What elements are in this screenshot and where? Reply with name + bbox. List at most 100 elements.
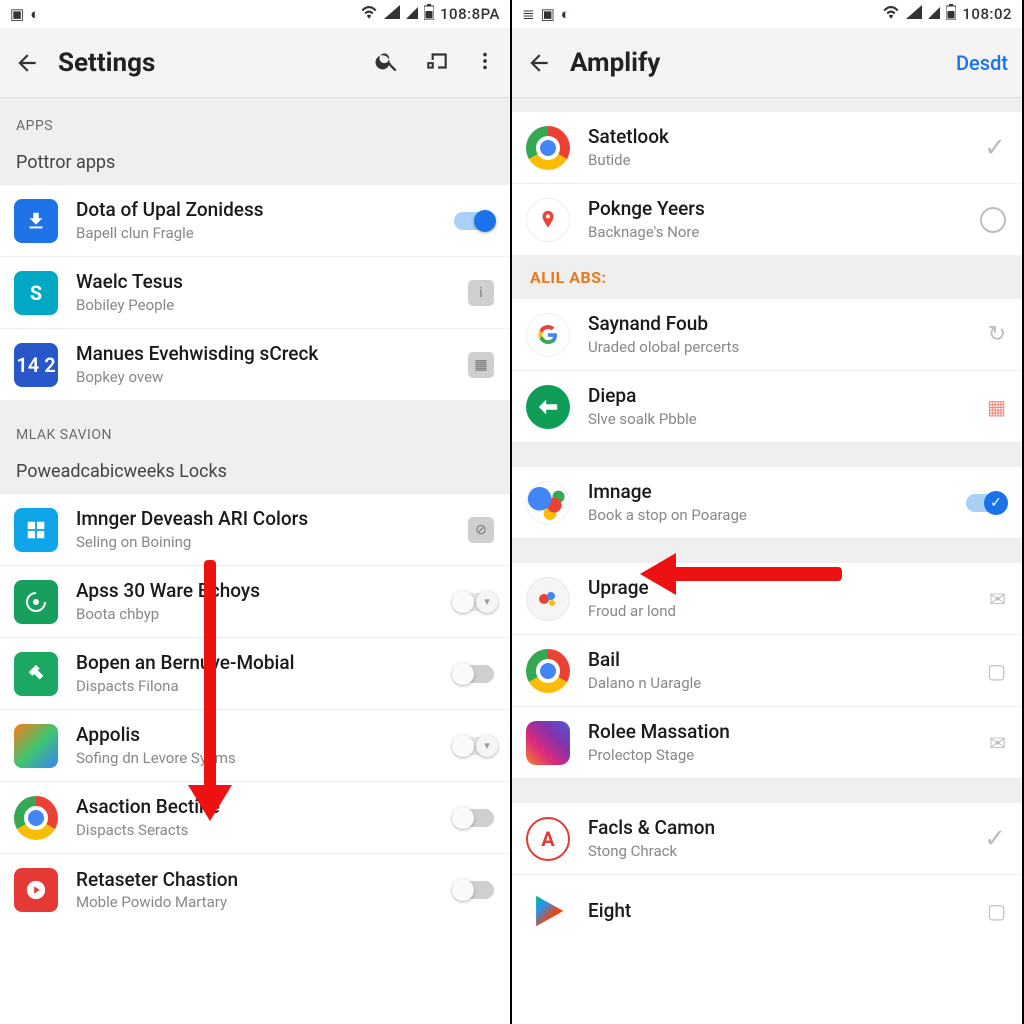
list-item[interactable]: Apss 30 Ware Bchoys Boota chbyp ▾ bbox=[0, 566, 510, 638]
calendar-icon[interactable]: ▦ bbox=[987, 395, 1006, 419]
list-item[interactable]: Eight ▢ bbox=[512, 875, 1022, 947]
app-icon bbox=[526, 577, 570, 621]
list-item[interactable]: Imnger Deveash ARI Colors Seling on Boin… bbox=[0, 494, 510, 566]
toggle-on[interactable]: ✓ bbox=[966, 494, 1006, 512]
settings-list[interactable]: APPS Pottror apps Dota of Upal Zonidess … bbox=[0, 98, 510, 1024]
item-label: Diepa bbox=[588, 385, 969, 408]
list-item[interactable]: Rolee Massation Prolectop Stage ✉ bbox=[512, 707, 1022, 779]
list-item[interactable]: Retaseter Chastion Moble Powido Martary bbox=[0, 854, 510, 926]
toggle[interactable]: ▾ bbox=[454, 593, 494, 611]
status-icon: ◐ bbox=[561, 5, 570, 23]
deny-icon[interactable]: ⊘ bbox=[468, 517, 494, 543]
app-icon bbox=[526, 721, 570, 765]
item-label: Bail bbox=[588, 649, 969, 672]
list-item[interactable]: Saynand Foub Uraded olobal percerts ↻ bbox=[512, 299, 1022, 371]
toggle[interactable]: ▾ bbox=[454, 737, 494, 755]
refresh-icon[interactable]: ↻ bbox=[988, 322, 1006, 347]
toggle[interactable] bbox=[454, 665, 494, 683]
list-item[interactable]: Poknge Yeers Backnage's Nore bbox=[512, 184, 1022, 256]
item-sub: Dispacts Filona bbox=[76, 677, 436, 695]
overflow-icon[interactable] bbox=[474, 48, 496, 78]
list-item[interactable]: S Waelc Tesus Bobiley People i bbox=[0, 257, 510, 329]
divider bbox=[512, 779, 1022, 803]
battery-icon bbox=[946, 4, 956, 24]
list-item[interactable]: Bail Dalano n Uaragle ▢ bbox=[512, 635, 1022, 707]
item-sub: Froud ar lond bbox=[588, 602, 971, 620]
app-icon bbox=[14, 868, 58, 912]
toggle[interactable] bbox=[454, 212, 494, 230]
status-bar: ▣ ◐ 108:8PA bbox=[0, 0, 510, 28]
cell-icon bbox=[406, 5, 418, 23]
box-icon[interactable]: ▢ bbox=[987, 899, 1006, 923]
chrome-icon bbox=[526, 649, 570, 693]
item-sub: Prolectop Stage bbox=[588, 746, 971, 764]
section-label: ALIL ABS: bbox=[530, 268, 607, 287]
box-icon[interactable]: ▢ bbox=[987, 659, 1006, 683]
app-icon bbox=[526, 385, 570, 429]
divider bbox=[512, 443, 1022, 467]
action-button[interactable]: Desdt bbox=[956, 51, 1008, 75]
search-icon[interactable] bbox=[374, 48, 400, 78]
status-icon: ≣ bbox=[522, 5, 535, 23]
item-label: Uprage bbox=[588, 577, 971, 600]
mail-icon[interactable]: ✉ bbox=[989, 587, 1006, 611]
list-item[interactable]: Uprage Froud ar lond ✉ bbox=[512, 563, 1022, 635]
app-icon: 14 2 bbox=[14, 343, 58, 387]
mail-icon[interactable]: ✉ bbox=[989, 731, 1006, 755]
app-icon bbox=[14, 652, 58, 696]
amplify-list[interactable]: Satetlook Butide ✓ Poknge Yeers Backnage… bbox=[512, 98, 1022, 1024]
toggle[interactable] bbox=[454, 881, 494, 899]
item-label: Imnger Deveash ARI Colors bbox=[76, 508, 450, 531]
item-sub: Moble Powido Martary bbox=[76, 893, 436, 911]
page-title: Settings bbox=[58, 48, 356, 78]
grid-icon[interactable]: ▦ bbox=[468, 352, 494, 378]
section-header: APPS bbox=[0, 98, 510, 142]
list-item[interactable]: Dota of Upal Zonidess Bapell clun Fragle bbox=[0, 185, 510, 257]
maps-icon bbox=[526, 198, 570, 242]
item-label: Saynand Foub bbox=[588, 313, 970, 336]
wifi-icon bbox=[882, 5, 900, 23]
cast-icon[interactable] bbox=[424, 48, 450, 78]
item-label: Eight bbox=[588, 900, 969, 923]
section-subheader: Poweadcabicweeks Locks bbox=[0, 451, 510, 494]
status-clock: 108:02 bbox=[962, 5, 1012, 23]
list-item[interactable]: A Facls & Camon Stong Chrack ✓ bbox=[512, 803, 1022, 875]
item-label: Poknge Yeers bbox=[588, 198, 962, 221]
item-sub: Sofing dn Levore Syems bbox=[76, 749, 436, 767]
list-item[interactable]: Satetlook Butide ✓ bbox=[512, 112, 1022, 184]
right-phone: ≣ ▣ ◐ 108:02 Amplify Desdt bbox=[512, 0, 1024, 1024]
item-sub: Dispacts Seracts bbox=[76, 821, 436, 839]
divider bbox=[512, 539, 1022, 563]
back-button[interactable] bbox=[14, 50, 40, 76]
item-label: Waelc Tesus bbox=[76, 271, 450, 294]
app-icon: A bbox=[526, 817, 570, 861]
app-icon bbox=[14, 724, 58, 768]
item-sub: Bobiley People bbox=[76, 296, 450, 314]
status-icon: ▣ bbox=[541, 5, 555, 23]
app-icon bbox=[14, 508, 58, 552]
item-label: Manues Evehwisding sCreck bbox=[76, 343, 450, 366]
chrome-icon bbox=[14, 796, 58, 840]
info-icon[interactable]: i bbox=[468, 280, 494, 306]
list-item[interactable]: Bopen an Bernuve-Mobial Dispacts Filona bbox=[0, 638, 510, 710]
back-button[interactable] bbox=[526, 50, 552, 76]
toggle[interactable] bbox=[454, 809, 494, 827]
item-sub: Seling on Boining bbox=[76, 533, 450, 551]
check-icon: ✓ bbox=[984, 824, 1006, 854]
item-sub: Bapell clun Fragle bbox=[76, 224, 436, 242]
radio[interactable] bbox=[980, 207, 1006, 233]
item-label: Appolis bbox=[76, 724, 436, 747]
item-sub: Bopkey ovew bbox=[76, 368, 450, 386]
item-label: Facls & Camon bbox=[588, 817, 966, 840]
app-icon bbox=[14, 580, 58, 624]
list-item[interactable]: Imnage Book a stop on Poarage ✓ bbox=[512, 467, 1022, 539]
item-sub: Butide bbox=[588, 151, 966, 169]
item-sub: Uraded olobal percerts bbox=[588, 338, 970, 356]
list-item[interactable]: Appolis Sofing dn Levore Syems ▾ bbox=[0, 710, 510, 782]
list-item[interactable]: Diepa Slve soalk Pbble ▦ bbox=[512, 371, 1022, 443]
status-bar: ≣ ▣ ◐ 108:02 bbox=[512, 0, 1022, 28]
item-sub: Boota chbyp bbox=[76, 605, 436, 623]
list-item[interactable]: Asaction Bectine Dispacts Seracts bbox=[0, 782, 510, 854]
list-item[interactable]: 14 2 Manues Evehwisding sCreck Bopkey ov… bbox=[0, 329, 510, 401]
app-icon: S bbox=[14, 271, 58, 315]
